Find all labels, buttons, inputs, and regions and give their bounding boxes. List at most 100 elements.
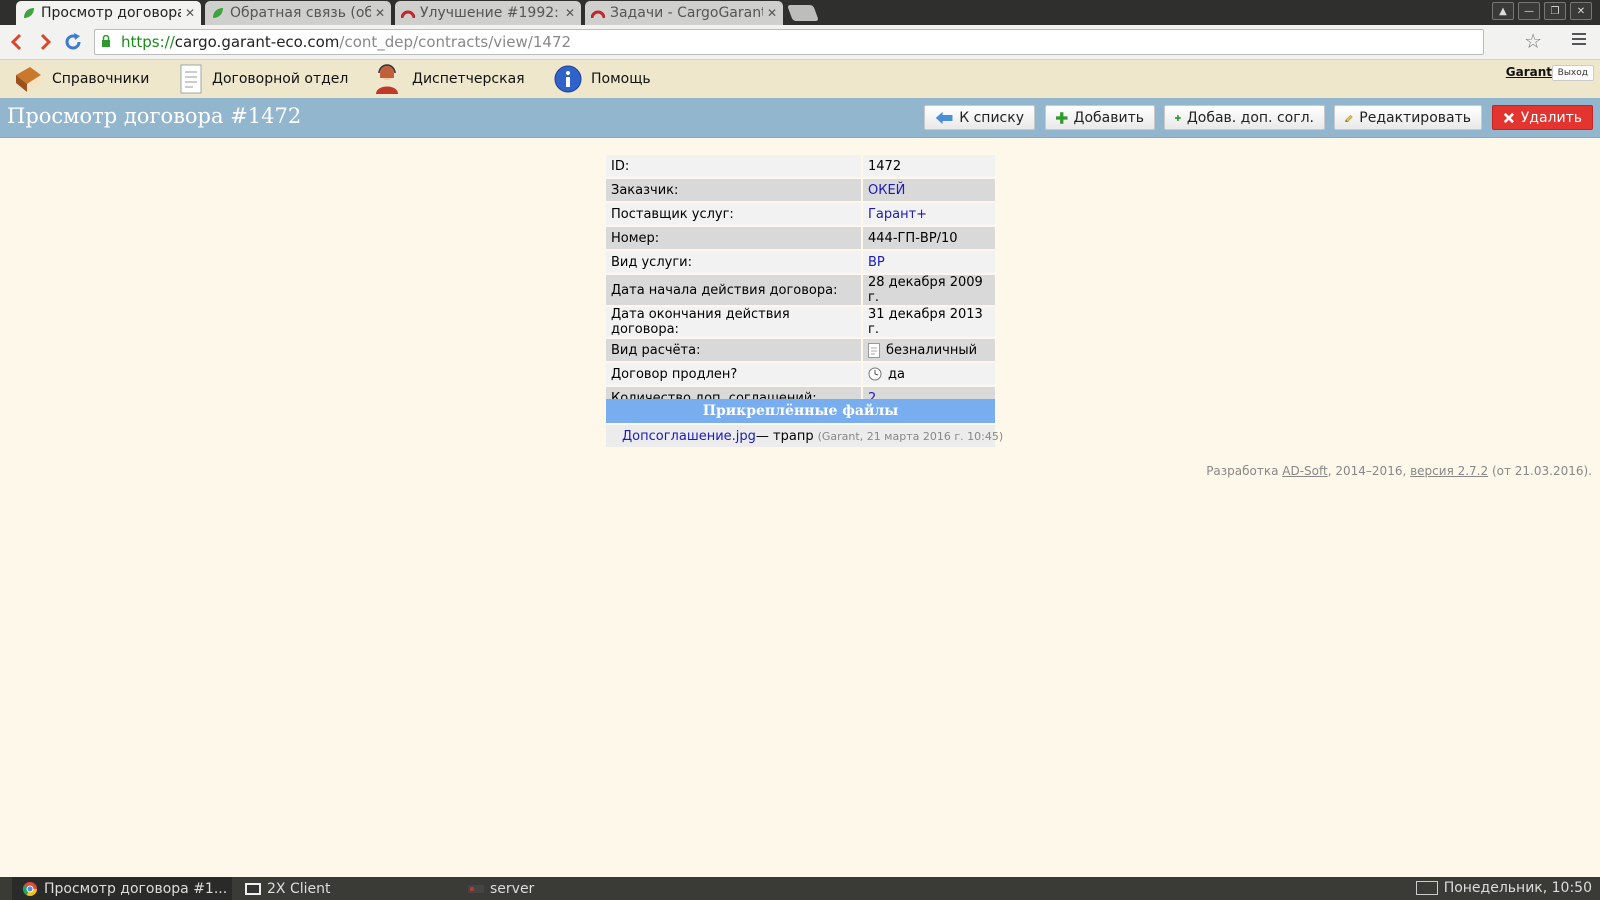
table-row: Поставщик услуг: Гарант+: [606, 203, 995, 227]
document-icon: [180, 64, 202, 94]
service-type-link[interactable]: ВР: [868, 255, 885, 270]
server-icon: [468, 884, 484, 893]
minimize-icon[interactable]: —: [1518, 2, 1540, 20]
taskbar-item-browser[interactable]: Просмотр договора #1...: [12, 877, 232, 900]
2x-client-icon: [245, 882, 261, 895]
url-scheme: https://: [121, 33, 175, 51]
back-to-list-button[interactable]: К списку: [924, 105, 1035, 130]
book-icon: [16, 67, 41, 92]
clock-text: Понедельник, 10:50: [1443, 880, 1592, 896]
tab-contract-view[interactable]: Просмотр договора #1472 - CargoGarant ✕: [16, 1, 201, 25]
reload-icon[interactable]: [62, 31, 84, 53]
tab-redmine-tasks[interactable]: Задачи - CargoGarant ✕: [585, 1, 783, 25]
restore-icon[interactable]: ❐: [1544, 2, 1566, 20]
address-bar[interactable]: https://cargo.garant-eco.com/cont_dep/co…: [94, 29, 1484, 55]
nav-label: Справочники: [52, 71, 150, 87]
field-label: Договор продлен?: [606, 363, 863, 387]
page-header: Просмотр договора #1472 К списку Добавит…: [0, 98, 1600, 138]
bookmark-star-icon[interactable]: ☆: [1524, 29, 1542, 53]
version-link[interactable]: версия 2.7.2: [1410, 464, 1488, 478]
clock[interactable]: Понедельник, 10:50: [1415, 880, 1592, 896]
page-title: Просмотр договора #1472: [7, 104, 302, 128]
credits-years: , 2014–2016,: [1327, 464, 1411, 478]
close-icon[interactable]: ✕: [1570, 2, 1592, 20]
url-path: /cont_dep/contracts/view/1472: [339, 33, 572, 51]
provider-link[interactable]: Гарант+: [868, 207, 927, 222]
field-label: ID:: [606, 155, 863, 179]
taskbar-label: Просмотр договора #1...: [44, 880, 228, 897]
redmine-icon: [591, 10, 605, 19]
taskbar-item-server[interactable]: server: [468, 877, 668, 900]
nav-label: Договорной отдел: [212, 71, 349, 87]
os-taskbar: Просмотр договора #1... 2X Client server…: [0, 877, 1600, 900]
tab-feedback[interactable]: Обратная связь (обсуждение) ✕: [205, 1, 391, 25]
developer-link[interactable]: AD-Soft: [1282, 464, 1327, 478]
forward-arrow-icon[interactable]: [34, 31, 56, 53]
field-label: Заказчик:: [606, 179, 863, 203]
field-label: Дата окончания действия договора:: [606, 307, 863, 339]
app-navigation: Справочники Договорной отдел Диспетчерск…: [0, 60, 1600, 98]
dispatcher-icon: [376, 64, 398, 94]
table-row: Заказчик: ОКЕЙ: [606, 179, 995, 203]
browser-tab-strip: Просмотр договора #1472 - CargoGarant ✕ …: [0, 0, 1600, 25]
cross-icon: [1503, 112, 1514, 123]
table-row: Дата окончания действия договора: 31 дек…: [606, 307, 995, 339]
nav-directories[interactable]: Справочники: [12, 62, 149, 96]
field-value: 31 декабря 2013 г.: [863, 307, 995, 339]
field-label: Вид услуги:: [606, 251, 863, 275]
browser-menu-icon[interactable]: [1572, 33, 1586, 48]
field-label: Номер:: [606, 227, 863, 251]
edit-button[interactable]: Редактировать: [1334, 105, 1482, 130]
tab-redmine-issue[interactable]: Улучшение #1992: Редмайн ✕: [395, 1, 581, 25]
nav-contracts-dept[interactable]: Договорной отдел: [178, 62, 348, 96]
nav-help[interactable]: Помощь: [553, 62, 651, 96]
field-value: да: [888, 366, 905, 382]
button-label: Редактировать: [1359, 109, 1471, 126]
redmine-icon: [401, 10, 415, 19]
leaf-icon: [24, 8, 34, 18]
clock-icon: [868, 367, 882, 381]
taskbar-label: 2X Client: [267, 880, 331, 897]
user-link[interactable]: Garant: [1506, 65, 1552, 79]
tab-close-icon[interactable]: ✕: [565, 6, 575, 20]
contract-details-table: ID: 1472 Заказчик: ОКЕЙ Поставщик услуг:…: [606, 155, 995, 411]
table-row: Договор продлен? да: [606, 363, 995, 387]
tab-title: Просмотр договора #1472 - CargoGarant: [41, 5, 181, 21]
tab-title: Задачи - CargoGarant: [610, 5, 763, 21]
add-button[interactable]: Добавить: [1045, 105, 1155, 130]
chrome-icon: [23, 881, 37, 896]
tab-title: Обратная связь (обсуждение): [230, 5, 371, 21]
tab-title: Улучшение #1992: Редмайн: [420, 5, 561, 21]
add-supplement-button[interactable]: Добав. доп. согл.: [1164, 105, 1325, 130]
table-row: Вид услуги: ВР: [606, 251, 995, 275]
tab-close-icon[interactable]: ✕: [185, 6, 195, 20]
new-tab-button[interactable]: [787, 5, 819, 21]
button-label: Добав. доп. согл.: [1186, 109, 1314, 126]
tab-close-icon[interactable]: ✕: [767, 6, 777, 20]
field-value: 444-ГП-ВР/10: [863, 227, 995, 251]
nav-dispatch[interactable]: Диспетчерская: [370, 62, 525, 96]
table-row: ID: 1472: [606, 155, 995, 179]
leaf-icon: [213, 8, 223, 18]
table-row: Дата начала действия договора: 28 декабр…: [606, 275, 995, 307]
user-icon[interactable]: ▲: [1492, 2, 1514, 20]
plus-icon: [1056, 111, 1068, 124]
plus-icon: [1175, 114, 1181, 121]
nav-label: Помощь: [591, 71, 651, 87]
url-host: cargo.garant-eco.com: [174, 33, 340, 51]
table-row: Вид расчёта: безналичный: [606, 339, 995, 363]
file-note: — трапр: [755, 428, 814, 444]
credits-prefix: Разработка: [1206, 464, 1283, 478]
tab-close-icon[interactable]: ✕: [375, 6, 385, 20]
button-label: К списку: [959, 109, 1024, 126]
attached-file-link[interactable]: Допсоглашение.jpg: [622, 429, 756, 444]
back-arrow-icon[interactable]: [6, 31, 28, 53]
field-value-cell: безналичный: [863, 339, 995, 363]
delete-button[interactable]: Удалить: [1492, 105, 1593, 130]
field-value-cell: да: [863, 363, 995, 387]
customer-link[interactable]: ОКЕЙ: [868, 183, 905, 198]
logout-button[interactable]: Выход: [1551, 65, 1594, 81]
nav-label: Диспетчерская: [412, 71, 525, 87]
field-label: Дата начала действия договора:: [606, 275, 863, 307]
taskbar-item-2x-client[interactable]: 2X Client: [245, 877, 445, 900]
